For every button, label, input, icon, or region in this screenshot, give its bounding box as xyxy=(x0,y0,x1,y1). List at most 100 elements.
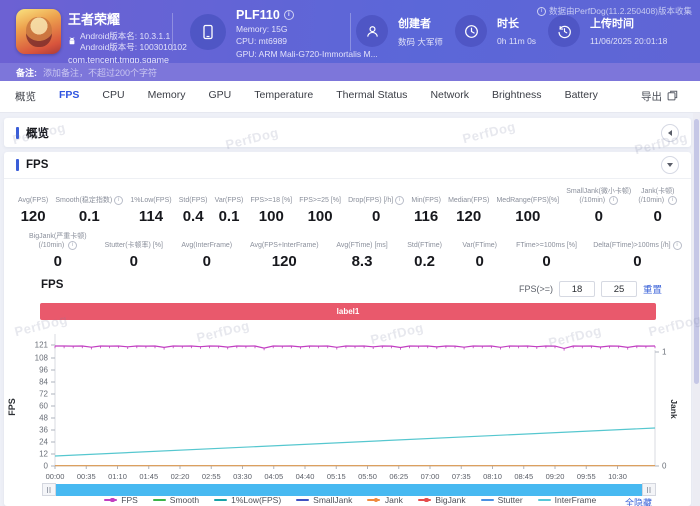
tab-Thermal Status[interactable]: Thermal Status xyxy=(336,89,407,104)
stat-label-text: Delta(FTime)>100ms [/h]i xyxy=(593,241,681,250)
y-axis-right-title: Jank xyxy=(669,399,679,419)
tab-CPU[interactable]: CPU xyxy=(102,89,124,104)
stat-Std(FTime): Std(FTime)0.2 xyxy=(409,230,440,270)
stat-label-text: BigJank(严重卡顿)(/10min) i xyxy=(29,232,87,250)
right-tick-label: 1 xyxy=(662,348,667,357)
legend-item-InterFrame[interactable]: InterFrame xyxy=(538,495,597,505)
stat-label-text: Drop(FPS) [/h]i xyxy=(348,196,404,205)
stat-label: Var(FTime) xyxy=(464,230,495,250)
fps-threshold-input-2[interactable] xyxy=(601,281,637,297)
note-label: 备注: xyxy=(16,66,37,79)
stat-MedRange(FPS)[%]: MedRange(FPS)[%]100 xyxy=(496,185,559,225)
report-header: 王者荣耀 Android版本名: 10.3.1.1 Android版本号: 10… xyxy=(0,0,700,63)
stat-label-text: Stutter(卡顿率) [%] xyxy=(105,241,163,250)
reset-link[interactable]: 重置 xyxy=(643,282,662,296)
stat-label-line2: (/10min) xyxy=(39,242,67,249)
stat-label: BigJank(严重卡顿)(/10min) i xyxy=(32,230,84,250)
legend-item-Stutter[interactable]: Stutter xyxy=(481,495,523,505)
y-tick-label: 0 xyxy=(44,462,49,471)
stat-label-line1: 1%Low(FPS) xyxy=(130,197,171,204)
page-scrollbar[interactable] xyxy=(693,113,700,506)
header-divider xyxy=(172,13,173,51)
tab-概览[interactable]: 概览 xyxy=(15,89,36,104)
annotation-label: label1 xyxy=(337,307,360,316)
tab-Brightness[interactable]: Brightness xyxy=(492,89,542,104)
legend-item-1%Low(FPS)[interactable]: 1%Low(FPS) xyxy=(214,495,281,505)
fps-section-header: FPS xyxy=(4,152,691,179)
device-info-icon[interactable]: i xyxy=(284,10,294,20)
info-icon[interactable]: i xyxy=(114,196,123,205)
fps-stats-row-1: Avg(FPS)120Smooth(稳定指数)i0.11%Low(FPS)114… xyxy=(4,179,691,225)
tab-Memory[interactable]: Memory xyxy=(148,89,186,104)
stat-value: 0 xyxy=(519,253,574,270)
export-button[interactable]: 导出 xyxy=(641,81,678,112)
fps-chart-title: FPS xyxy=(41,279,63,291)
info-icon[interactable]: i xyxy=(673,241,682,250)
tab-Temperature[interactable]: Temperature xyxy=(254,89,313,104)
info-icon[interactable]: i xyxy=(68,241,77,250)
fps-line-chart[interactable]: 121108968472604836241201000:0000:3501:10… xyxy=(0,324,700,484)
x-tick-label: 02:20 xyxy=(171,472,190,481)
stat-label-line1: Jank(卡顿) xyxy=(641,188,674,195)
x-tick-label: 03:30 xyxy=(233,472,252,481)
legend-item-Smooth[interactable]: Smooth xyxy=(153,495,199,505)
overview-collapse-button[interactable] xyxy=(661,124,679,142)
stat-Stutter(卡顿率) [%]: Stutter(卡顿率) [%]0 xyxy=(108,230,160,270)
tab-Battery[interactable]: Battery xyxy=(565,89,598,104)
legend-line-marker xyxy=(481,499,494,502)
fps-threshold-input-1[interactable] xyxy=(559,281,595,297)
legend-line-marker xyxy=(214,499,227,502)
stat-value: 120 xyxy=(254,253,315,270)
legend-item-Jank[interactable]: Jank xyxy=(367,495,402,505)
stat-label-text: Smooth(稳定指数)i xyxy=(55,196,123,205)
info-icon[interactable]: i xyxy=(395,196,404,205)
stat-SmallJank(微小卡顿): SmallJank(微小卡顿)(/10min) i0 xyxy=(566,185,631,225)
stat-Jank(卡顿): Jank(卡顿)(/10min) i0 xyxy=(638,185,677,225)
chevron-left-icon xyxy=(668,130,672,136)
stat-label-line1: Min(FPS) xyxy=(411,197,441,204)
chart-annotation-banner[interactable]: label1 xyxy=(40,303,656,320)
tab-Network[interactable]: Network xyxy=(430,89,469,104)
stat-label-line1: Std(FPS) xyxy=(179,197,208,204)
stat-label: Delta(FTime)>100ms [/h]i xyxy=(598,230,677,250)
stat-label-line1: Drop(FPS) [/h] xyxy=(348,197,393,204)
stat-label-line2: (/10min) xyxy=(579,197,607,204)
legend-item-SmallJank[interactable]: SmallJank xyxy=(296,495,352,505)
legend-item-FPS[interactable]: FPS xyxy=(104,495,138,505)
hide-all-link[interactable]: 全隐藏 xyxy=(625,496,652,506)
stat-Avg(FPS): Avg(FPS)120 xyxy=(18,185,48,225)
stat-BigJank(严重卡顿): BigJank(严重卡顿)(/10min) i0 xyxy=(32,230,84,270)
duration-clock-icon xyxy=(455,15,487,47)
stat-label: Std(FPS) xyxy=(179,185,208,205)
page-scrollbar-thumb[interactable] xyxy=(694,119,699,384)
info-icon[interactable]: i xyxy=(609,196,618,205)
x-tick-label: 00:35 xyxy=(77,472,96,481)
stat-value: 100 xyxy=(299,208,341,225)
stat-label-line1: Avg(FTime) [ms] xyxy=(336,242,387,249)
stat-value: 114 xyxy=(130,208,171,225)
series-line-InterFrame[interactable] xyxy=(55,428,655,456)
legend-label: FPS xyxy=(121,495,138,505)
stat-label: Drop(FPS) [/h]i xyxy=(348,185,404,205)
x-tick-label: 04:05 xyxy=(264,472,283,481)
stat-label-line1: Smooth(稳定指数) xyxy=(55,197,112,204)
upload-time-block: 上传时间 11/06/2025 20:01:18 xyxy=(590,15,667,46)
collector-version-note: i 数据由PerfDog(11.2.250408)版本收集 xyxy=(537,5,692,17)
y-tick-label: 48 xyxy=(39,414,48,423)
upload-time-value: 11/06/2025 20:01:18 xyxy=(590,36,667,46)
legend-line-marker xyxy=(296,499,309,502)
legend-dot-marker xyxy=(110,498,115,503)
legend-item-BigJank[interactable]: BigJank xyxy=(418,495,466,505)
stat-Avg(InterFrame): Avg(InterFrame)0 xyxy=(184,230,230,270)
tab-GPU[interactable]: GPU xyxy=(209,89,232,104)
note-bar[interactable]: 备注: 添加备注，不超过200个字符 xyxy=(0,63,700,81)
stat-value: 0 xyxy=(638,208,677,225)
stat-label-text: FPS>=18 [%] xyxy=(250,196,292,205)
stat-label: Stutter(卡顿率) [%] xyxy=(108,230,160,250)
stat-value: 8.3 xyxy=(339,253,385,270)
y-tick-label: 12 xyxy=(39,450,48,459)
stat-Drop(FPS) [/h]: Drop(FPS) [/h]i0 xyxy=(348,185,404,225)
tab-FPS[interactable]: FPS xyxy=(59,89,79,104)
info-icon[interactable]: i xyxy=(668,196,677,205)
fps-collapse-button[interactable] xyxy=(661,156,679,174)
